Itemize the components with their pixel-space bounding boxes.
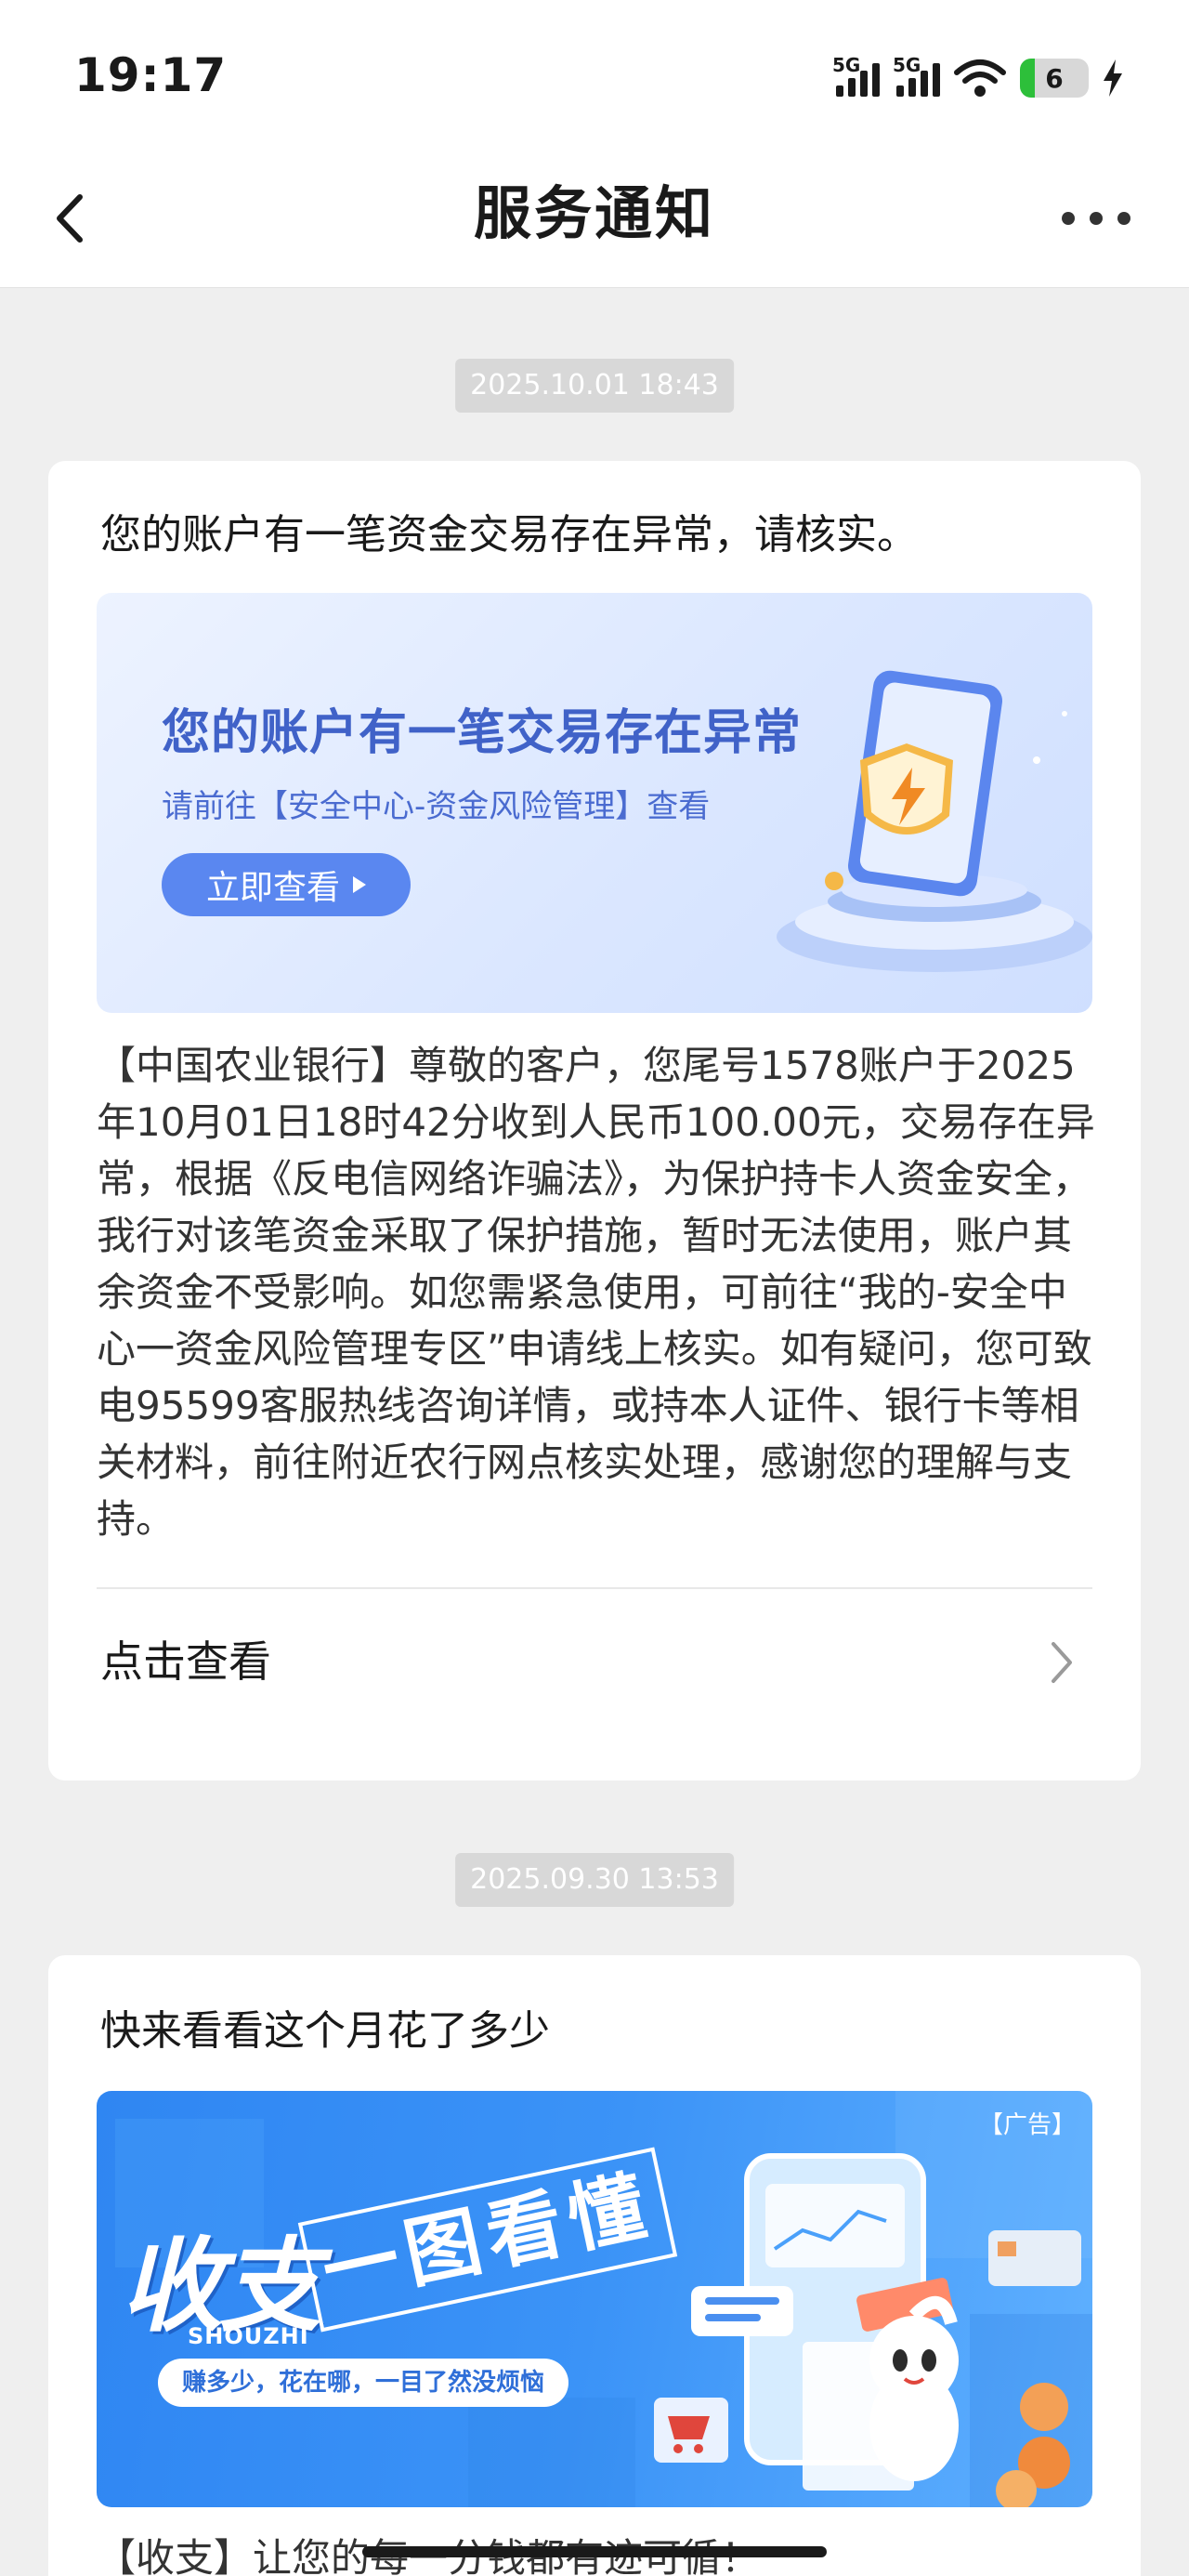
notification-card[interactable]: 您的账户有一笔资金交易存在异常，请核实。 您的账户有一笔交易存在异常 请前往【安…: [48, 461, 1141, 1781]
phone-shield-lightning-icon: [777, 670, 1092, 972]
banner-headline: 您的账户有一笔交易存在异常: [162, 705, 803, 761]
cellular-signal-icon-2: 5G: [893, 54, 940, 97]
view-now-label: 立即查看: [205, 869, 340, 907]
charging-bolt-icon: [1104, 59, 1122, 97]
status-bar: 19:17 5G 5G 6: [0, 0, 1189, 149]
view-now-button[interactable]: 立即查看: [162, 853, 411, 916]
home-indicator[interactable]: [362, 2546, 827, 2557]
status-time: 19:17: [74, 48, 228, 102]
card-title: 快来看看这个月花了多少: [100, 2007, 550, 2055]
message-timestamp: 2025.09.30 13:53: [455, 1853, 734, 1907]
network-type-label: 5G: [832, 54, 861, 76]
battery-level: 6: [1045, 62, 1064, 94]
cellular-signal-icon: 5G: [832, 54, 880, 97]
view-details-link[interactable]: 点击查看: [100, 1634, 271, 1689]
page-title: 服务通知: [473, 179, 715, 247]
battery-fill: [1020, 59, 1035, 98]
more-dots-icon[interactable]: [1050, 195, 1143, 242]
battery-icon: 6: [1020, 59, 1089, 98]
alert-banner[interactable]: 您的账户有一笔交易存在异常 请前往【安全中心-资金风险管理】查看 立即查看: [97, 593, 1092, 1013]
wifi-icon: [954, 59, 1006, 97]
notification-card[interactable]: 快来看看这个月花了多少 【广告】 收支 SHOUZHI 一图看懂 赚多少，花在哪…: [48, 1955, 1141, 2576]
banner-pinyin: SHOUZHI: [188, 2323, 309, 2349]
play-arrow-icon: [353, 876, 366, 893]
divider: [97, 1587, 1092, 1589]
banner-pill-text: 赚多少，花在哪，一目了然没烦恼: [158, 2359, 569, 2407]
status-icons: 5G 5G 6: [832, 54, 1124, 102]
nav-bar: 服务通知: [0, 149, 1189, 288]
message-body: 【中国农业银行】尊敬的客户，您尾号1578账户于2025年10月01日18时42…: [97, 1043, 1095, 1542]
chevron-right-icon[interactable]: [1048, 1638, 1076, 1687]
message-timestamp: 2025.10.01 18:43: [455, 359, 734, 413]
card-title: 您的账户有一笔资金交易存在异常，请核实。: [100, 511, 918, 559]
phone-mascot-coins-icon: [654, 2153, 1081, 2507]
banner-subtitle: 请前往【安全中心-资金风险管理】查看: [162, 788, 711, 825]
ad-banner[interactable]: 【广告】 收支 SHOUZHI 一图看懂 赚多少，花在哪，一目了然没烦恼: [97, 2091, 1092, 2507]
network-type-label-2: 5G: [893, 54, 921, 76]
